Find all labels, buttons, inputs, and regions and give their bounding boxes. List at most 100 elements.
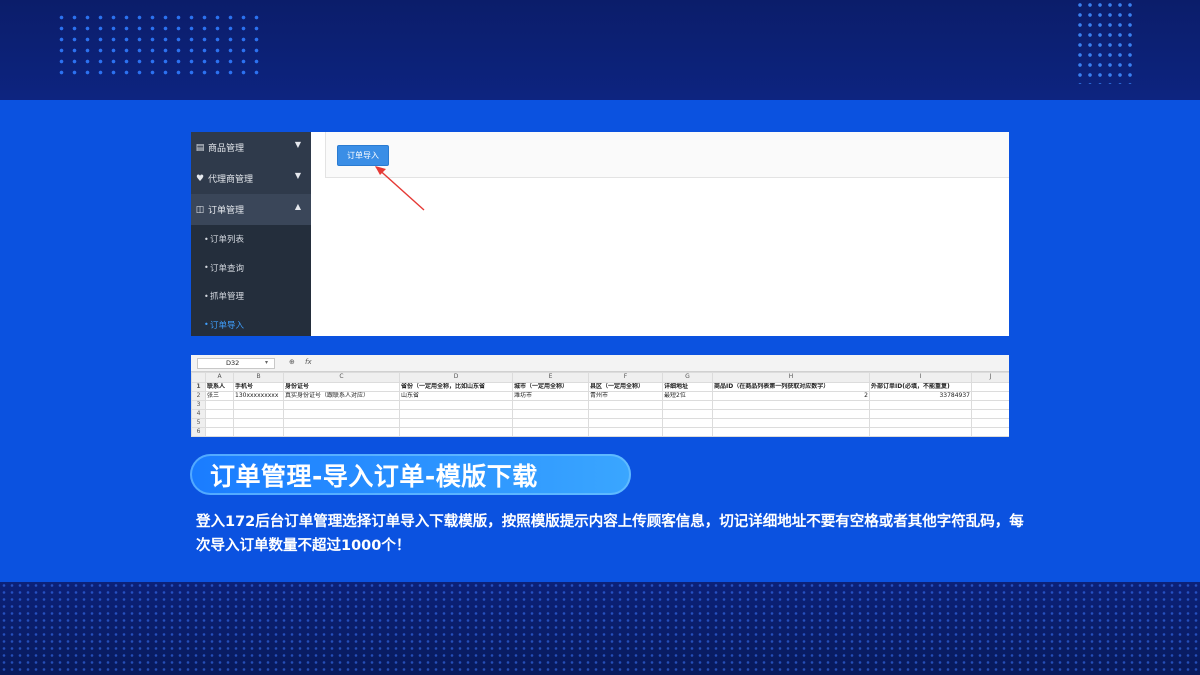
cell[interactable] xyxy=(971,408,1009,419)
cell[interactable]: 城市（一定用全称） xyxy=(512,381,589,392)
cell[interactable] xyxy=(662,426,713,437)
cell[interactable] xyxy=(588,399,663,410)
chevron-down-icon: ▼ xyxy=(294,171,301,180)
cell[interactable] xyxy=(205,399,234,410)
cell[interactable] xyxy=(512,399,589,410)
cell[interactable] xyxy=(399,408,513,419)
zoom-icon[interactable]: ⊕ xyxy=(289,358,295,366)
cell[interactable] xyxy=(712,426,870,437)
corner-cell[interactable] xyxy=(191,372,206,383)
column-header[interactable]: A xyxy=(205,372,234,383)
submenu-item-order-import[interactable]: • 订单导入 xyxy=(191,311,311,337)
column-header[interactable]: D xyxy=(399,372,513,383)
cell[interactable] xyxy=(712,417,870,428)
cell[interactable] xyxy=(971,399,1009,410)
cell[interactable] xyxy=(205,417,234,428)
cell[interactable] xyxy=(588,417,663,428)
cell[interactable] xyxy=(662,417,713,428)
admin-screenshot: ▤ 商品管理 ▼ ♥ 代理商管理 ▼ ◫ 订单管理 ▲ • 订单列表 • 订单查… xyxy=(191,132,1009,336)
column-header[interactable]: E xyxy=(512,372,589,383)
dot-wave-pattern xyxy=(0,582,1200,675)
cell[interactable] xyxy=(512,426,589,437)
cell[interactable]: 详细地址 xyxy=(662,381,713,392)
cell[interactable]: 2 xyxy=(712,390,870,401)
column-header[interactable]: J xyxy=(971,372,1009,383)
cell[interactable]: 真实身份证号（跟联系人对应） xyxy=(283,390,400,401)
submenu-item-order-query[interactable]: • 订单查询 xyxy=(191,254,311,283)
cell[interactable]: 最短2位 xyxy=(662,390,713,401)
cell[interactable] xyxy=(283,426,400,437)
cell[interactable]: 手机号 xyxy=(233,381,284,392)
cell[interactable]: 身份证号 xyxy=(283,381,400,392)
cell[interactable] xyxy=(971,426,1009,437)
cell[interactable] xyxy=(869,399,972,410)
column-header[interactable]: F xyxy=(588,372,663,383)
cell[interactable]: 商品ID（在商品列表第一列获取对应数字） xyxy=(712,381,870,392)
cell[interactable] xyxy=(512,417,589,428)
chevron-down-icon[interactable]: ▾ xyxy=(265,359,268,366)
cell[interactable]: 130xxxxxxxxx xyxy=(233,390,284,401)
column-header[interactable]: I xyxy=(869,372,972,383)
submenu-item-order-list[interactable]: • 订单列表 xyxy=(191,225,311,254)
cell[interactable]: 潍坊市 xyxy=(512,390,589,401)
row-header[interactable]: 2 xyxy=(191,390,206,401)
cell[interactable]: 联系人 xyxy=(205,381,234,392)
cell[interactable]: 张三 xyxy=(205,390,234,401)
cell[interactable] xyxy=(233,417,284,428)
cell[interactable] xyxy=(712,399,870,410)
cell[interactable]: 33784937 xyxy=(869,390,972,401)
row-header[interactable]: 6 xyxy=(191,426,206,437)
cell[interactable] xyxy=(205,408,234,419)
cell[interactable] xyxy=(971,390,1009,401)
spreadsheet-template: D32 ▾ ⊕ fx A B C D E F G H I J 1 联系人 手机号… xyxy=(191,355,1009,437)
cell[interactable] xyxy=(283,417,400,428)
sidebar-item-products[interactable]: ▤ 商品管理 ▼ xyxy=(191,132,311,163)
column-header[interactable]: H xyxy=(712,372,870,383)
cell[interactable] xyxy=(233,426,284,437)
cell[interactable] xyxy=(233,408,284,419)
sidebar-item-orders[interactable]: ◫ 订单管理 ▲ xyxy=(191,194,311,225)
submenu-item-grab-orders[interactable]: • 抓单管理 xyxy=(191,282,311,311)
sidebar-item-agents[interactable]: ♥ 代理商管理 ▼ xyxy=(191,163,311,194)
cell[interactable]: 外部订单ID(必填，不能重复) xyxy=(869,381,972,392)
cell[interactable] xyxy=(283,408,400,419)
cell[interactable] xyxy=(971,417,1009,428)
cell[interactable] xyxy=(233,399,284,410)
sidebar: ▤ 商品管理 ▼ ♥ 代理商管理 ▼ ◫ 订单管理 ▲ • 订单列表 • 订单查… xyxy=(191,132,311,336)
cell[interactable]: 省份（一定用全称，比如山东省 xyxy=(399,381,513,392)
cell[interactable]: 青州市 xyxy=(588,390,663,401)
column-header[interactable]: G xyxy=(662,372,713,383)
cell[interactable] xyxy=(399,417,513,428)
cell-name-box[interactable]: D32 xyxy=(197,358,275,369)
chevron-down-icon: ▼ xyxy=(294,140,301,149)
annotation-arrow-icon xyxy=(375,166,425,211)
cell[interactable] xyxy=(971,381,1009,392)
cell[interactable]: 县区（一定用全称） xyxy=(588,381,663,392)
cell[interactable] xyxy=(869,426,972,437)
fx-icon: fx xyxy=(305,358,312,366)
cell[interactable] xyxy=(588,426,663,437)
cell[interactable] xyxy=(869,408,972,419)
row-header[interactable]: 3 xyxy=(191,399,206,410)
column-header[interactable]: C xyxy=(283,372,400,383)
cell[interactable]: 山东省 xyxy=(399,390,513,401)
submenu-item-label: 抓单管理 xyxy=(210,292,245,303)
cell[interactable] xyxy=(662,408,713,419)
row-header[interactable]: 1 xyxy=(191,381,206,392)
table-row: 1 联系人 手机号 身份证号 省份（一定用全称，比如山东省 城市（一定用全称） … xyxy=(191,381,1009,392)
table-row: 4 xyxy=(191,408,1009,419)
cell[interactable] xyxy=(588,408,663,419)
row-header[interactable]: 4 xyxy=(191,408,206,419)
cell[interactable] xyxy=(399,399,513,410)
cell[interactable] xyxy=(399,426,513,437)
table-row: 5 xyxy=(191,417,1009,428)
cell[interactable] xyxy=(512,408,589,419)
cell[interactable] xyxy=(205,426,234,437)
cell[interactable] xyxy=(662,399,713,410)
cell[interactable] xyxy=(869,417,972,428)
cell[interactable] xyxy=(283,399,400,410)
row-header[interactable]: 5 xyxy=(191,417,206,428)
table-row: 3 xyxy=(191,399,1009,410)
cell[interactable] xyxy=(712,408,870,419)
column-header[interactable]: B xyxy=(233,372,284,383)
